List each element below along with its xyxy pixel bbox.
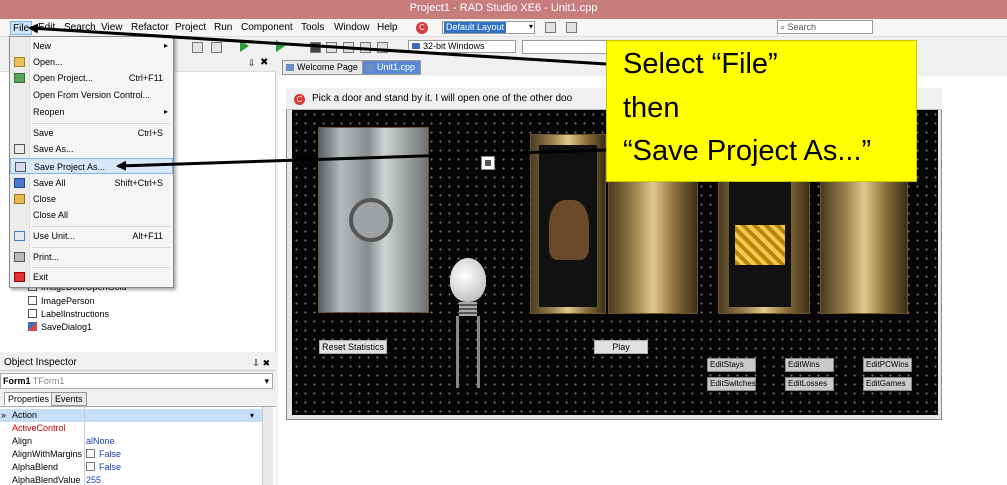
arrow-to-file-menu (28, 23, 607, 66)
annotation-arrows (28, 23, 607, 171)
arrow-to-save-project-as (116, 148, 607, 171)
